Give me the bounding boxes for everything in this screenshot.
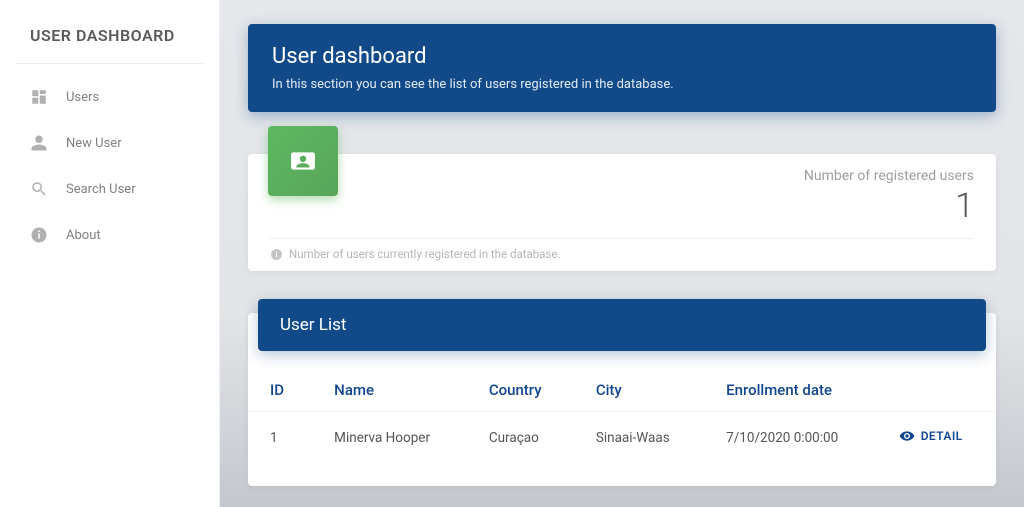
column-city: City	[574, 369, 704, 412]
main-content: User dashboard In this section you can s…	[220, 0, 1024, 507]
eye-icon	[899, 428, 915, 444]
user-table: ID Name Country City Enrollment date 1 M…	[248, 369, 996, 456]
sidebar-item-label: About	[66, 228, 101, 243]
sidebar-item-label: Users	[66, 90, 99, 105]
cell-country: Curaçao	[467, 412, 574, 457]
column-enrollment: Enrollment date	[704, 369, 877, 412]
detail-button-label: DETAIL	[921, 429, 963, 443]
stat-footer-text: Number of users currently registered in …	[289, 247, 561, 261]
stat-card: Number of registered users 1 Number of u…	[248, 154, 996, 271]
sidebar-item-users[interactable]: Users	[0, 74, 219, 120]
stat-footer: Number of users currently registered in …	[270, 238, 974, 261]
sidebar-item-label: New User	[66, 136, 122, 151]
column-actions	[877, 369, 996, 412]
info-icon	[30, 226, 48, 244]
contact-card-icon	[268, 126, 338, 196]
stat-label: Number of registered users	[804, 168, 974, 184]
page-header: User dashboard In this section you can s…	[248, 24, 996, 112]
cell-id: 1	[248, 412, 312, 457]
sidebar-item-search-user[interactable]: Search User	[0, 166, 219, 212]
user-list-card: User List ID Name Country City Enrollmen…	[248, 313, 996, 486]
sidebar: USER DASHBOARD Users New User Search Use…	[0, 0, 220, 507]
cell-name: Minerva Hooper	[312, 412, 467, 457]
sidebar-item-label: Search User	[66, 182, 136, 197]
detail-button[interactable]: DETAIL	[899, 428, 963, 444]
column-name: Name	[312, 369, 467, 412]
list-card-title: User List	[258, 299, 986, 351]
cell-city: Sinaai-Waas	[574, 412, 704, 457]
sidebar-item-about[interactable]: About	[0, 212, 219, 258]
table-row: 1 Minerva Hooper Curaçao Sinaai-Waas 7/1…	[248, 412, 996, 457]
search-icon	[30, 180, 48, 198]
column-id: ID	[248, 369, 312, 412]
info-icon	[270, 248, 283, 261]
sidebar-title: USER DASHBOARD	[0, 0, 219, 63]
table-header-row: ID Name Country City Enrollment date	[248, 369, 996, 412]
cell-enrollment: 7/10/2020 0:00:00	[704, 412, 877, 457]
sidebar-item-new-user[interactable]: New User	[0, 120, 219, 166]
stat-value: 1	[955, 186, 974, 226]
column-country: Country	[467, 369, 574, 412]
cell-actions: DETAIL	[877, 412, 996, 457]
page-subtitle: In this section you can see the list of …	[272, 77, 972, 92]
dashboard-icon	[30, 88, 48, 106]
person-icon	[30, 134, 48, 152]
page-title: User dashboard	[272, 44, 972, 69]
divider	[15, 63, 204, 64]
